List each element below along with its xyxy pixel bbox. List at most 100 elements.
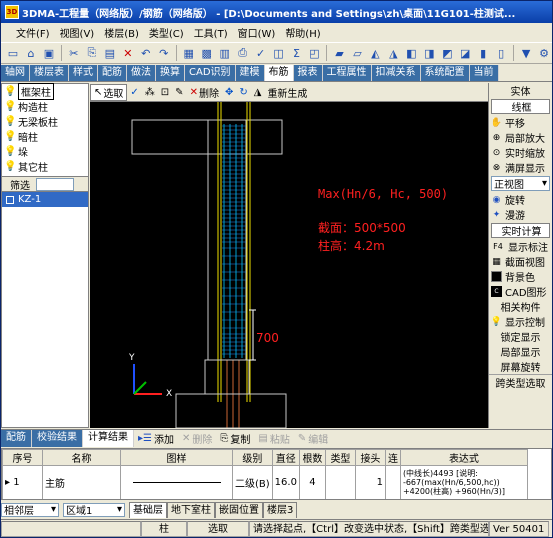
delete-row-button[interactable]: ✕ 删除 (178, 430, 216, 447)
box-select-icon[interactable]: ⊡ (158, 84, 172, 101)
cut-icon[interactable]: ✂ (66, 45, 82, 61)
rotate-icon[interactable]: ↻ (236, 84, 250, 101)
found-icon[interactable]: ◪ (457, 45, 473, 61)
col-diameter[interactable]: 直径 (271, 449, 300, 466)
tab-rebar[interactable]: 配筋 (1, 430, 32, 447)
drawing-canvas[interactable]: 700 Max(Hn/6, Hc, 500) 截面：500*500 柱高：4.2… (90, 102, 488, 428)
tab-check-result[interactable]: 校验结果 (32, 430, 83, 447)
copy-icon[interactable]: ⎘ (84, 45, 100, 61)
floor-tab-floor3[interactable]: 楼层3 (263, 501, 298, 518)
pan-button[interactable]: ✋ 平移 (489, 115, 552, 131)
layer-icon[interactable]: ◫ (271, 45, 287, 61)
save-icon[interactable]: ▣ (41, 45, 57, 61)
checkbox[interactable] (6, 195, 14, 204)
tab-modeling[interactable]: 建模 (235, 65, 265, 81)
col-conn[interactable]: 连 (384, 449, 401, 466)
col-name[interactable]: 名称 (42, 449, 121, 466)
tab-project-props[interactable]: 工程属性 (322, 65, 372, 81)
table-row[interactable]: ▸ 1 主筋 二级(B) 16.0 4 1 (中线长)4493 [说明: -66… (2, 465, 528, 499)
screen-rotate-button[interactable]: 屏幕旋转 (489, 359, 552, 374)
display-control-button[interactable]: 💡 显示控制 (489, 314, 552, 330)
fit-screen-button[interactable]: ⊗ 满屏显示 (489, 160, 552, 176)
sum-icon[interactable]: Σ (289, 45, 305, 61)
calc-icon[interactable]: ▥ (217, 45, 233, 61)
type-item-pier[interactable]: 💡 垛 (2, 144, 88, 160)
open-folder-icon[interactable]: ⌂ (23, 45, 39, 61)
tab-deduction[interactable]: 扣减关系 (371, 65, 421, 81)
delete-icon[interactable]: ✕ (120, 45, 136, 61)
lock-display-button[interactable]: 锁定显示 (489, 329, 552, 344)
rotate-button[interactable]: ◉ 旋转 (489, 192, 552, 208)
roam-button[interactable]: ✦ 漫游 (489, 207, 552, 223)
view-direction-select[interactable]: 正视图 ▾ (491, 176, 550, 191)
pile-icon[interactable]: ▮ (475, 45, 491, 61)
beam-icon[interactable]: ▱ (349, 45, 365, 61)
tab-floor-table[interactable]: 楼层表 (30, 65, 69, 81)
section-view-button[interactable]: ▦ 截面视图 (489, 254, 552, 270)
related-components-button[interactable]: 相关构件 (489, 299, 552, 314)
node-icon[interactable]: ⁂ (142, 84, 158, 101)
brush-icon[interactable]: ✎ (172, 84, 186, 101)
col-level[interactable]: 级别 (232, 449, 273, 466)
menu-floor[interactable]: 楼层(B) (99, 25, 144, 40)
mirror-icon[interactable]: ◮ (251, 84, 265, 101)
door-icon[interactable]: ◧ (403, 45, 419, 61)
type-item-flat-slab-column[interactable]: 💡 无梁板柱 (2, 114, 88, 130)
tab-place-rebar[interactable]: 布筋 (264, 65, 294, 81)
col-count[interactable]: 根数 (298, 449, 326, 466)
tab-axis[interactable]: 轴网 (1, 65, 30, 81)
tab-style[interactable]: 样式 (69, 65, 98, 81)
floor-tab-basement[interactable]: 地下室柱 (167, 501, 215, 518)
menu-view[interactable]: 视图(V) (55, 25, 100, 40)
solid-view-button[interactable]: 实体 (489, 83, 552, 98)
bgcolor-button[interactable]: 背景色 (489, 269, 552, 284)
menu-type[interactable]: 类型(C) (144, 25, 189, 40)
undo-icon[interactable]: ↶ (138, 45, 154, 61)
tab-calc-result[interactable]: 计算结果 (83, 430, 134, 447)
col-type[interactable]: 类型 (324, 449, 356, 466)
tab-rebar-config[interactable]: 配筋 (98, 65, 127, 81)
filter-icon[interactable]: ▼ (518, 45, 534, 61)
tab-convert[interactable]: 换算 (156, 65, 185, 81)
adjacent-floor-select[interactable]: 相邻层 ▾ (1, 502, 59, 517)
copy-row-button[interactable]: ⎘ 复制 (216, 430, 254, 447)
column-tool-icon[interactable]: ▯ (493, 45, 509, 61)
cross-type-select-button[interactable]: 跨类型选取 (489, 374, 552, 390)
menu-tools[interactable]: 工具(T) (189, 25, 233, 40)
tab-current[interactable]: 当前 (469, 65, 499, 81)
tab-report[interactable]: 报表 (293, 65, 323, 81)
regenerate-button[interactable]: 重新生成 (264, 84, 310, 101)
tab-cad-recognize[interactable]: CAD识别 (185, 65, 236, 81)
show-label-button[interactable]: F4 显示标注 (489, 239, 552, 254)
add-row-button[interactable]: ▸☰ 添加 (134, 430, 178, 447)
type-item-structural-column[interactable]: 💡 构造柱 (2, 99, 88, 115)
grid-icon[interactable]: ▩ (199, 45, 215, 61)
wall-icon[interactable]: ▰ (331, 45, 347, 61)
floor-tab-foundation[interactable]: 基础层 (129, 501, 167, 518)
table-icon[interactable]: ▦ (181, 45, 197, 61)
menu-window[interactable]: 窗口(W) (233, 25, 281, 40)
plane-icon[interactable]: ◰ (307, 45, 323, 61)
room-icon[interactable]: ◩ (439, 45, 455, 61)
edit-row-button[interactable]: ✎ 编辑 (294, 430, 332, 447)
tab-system-config[interactable]: 系统配置 (420, 65, 470, 81)
window-icon[interactable]: ◨ (421, 45, 437, 61)
floor-tab-embedded[interactable]: 嵌固位置 (215, 501, 263, 518)
realtime-calc-button[interactable]: 实时计算 (491, 223, 550, 238)
col-expression[interactable]: 表达式 (399, 449, 528, 466)
cad-graphic-button[interactable]: C CAD图形 (489, 284, 552, 299)
print-icon[interactable]: ⎙ (235, 45, 251, 61)
delete-button[interactable]: ✕ 删除 (187, 84, 222, 101)
col-no[interactable]: 序号 (2, 449, 43, 466)
move-icon[interactable]: ✥ (222, 84, 236, 101)
type-item-hidden-column[interactable]: 💡 暗柱 (2, 129, 88, 145)
zoom-local-button[interactable]: ⊕ 局部放大 (489, 130, 552, 146)
zoom-realtime-button[interactable]: ⊙ 实时缩放 (489, 145, 552, 161)
slab-icon[interactable]: ◭ (367, 45, 383, 61)
new-file-icon[interactable]: ▭ (5, 45, 21, 61)
stair-icon[interactable]: ◮ (385, 45, 401, 61)
check-icon[interactable]: ✓ (253, 45, 269, 61)
menu-help[interactable]: 帮助(H) (280, 25, 325, 40)
paste-row-button[interactable]: ▤ 粘贴 (254, 430, 293, 447)
paste-icon[interactable]: ▤ (102, 45, 118, 61)
